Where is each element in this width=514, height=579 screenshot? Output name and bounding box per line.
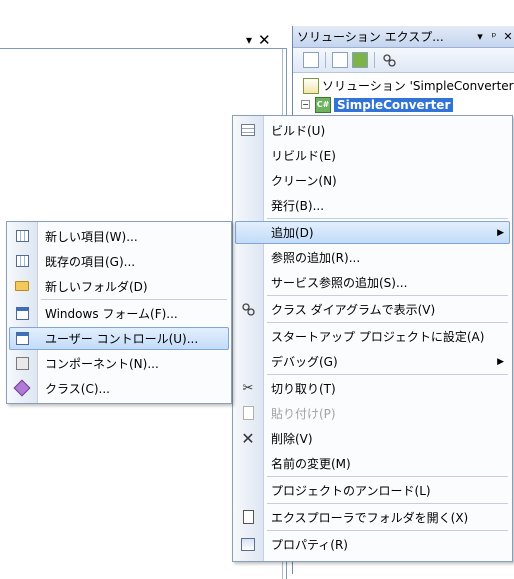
- menu-item-label: サービス参照の追加(S)...: [271, 276, 408, 290]
- menu-item-user-control[interactable]: ユーザー コントロール(U)...: [7, 326, 231, 351]
- windows-form-icon: [14, 305, 30, 321]
- refresh-icon[interactable]: [352, 52, 368, 68]
- new-item-icon: [14, 228, 30, 244]
- menu-item-view-class-diagram[interactable]: クラス ダイアグラムで表示(V): [233, 297, 512, 322]
- menu-item-open-folder-in-explorer[interactable]: エクスプローラでフォルダを開く(X): [233, 505, 512, 530]
- solution-explorer-toolbar: [293, 48, 514, 73]
- pin-icon[interactable]: ᵖ: [487, 30, 501, 43]
- build-icon: [240, 122, 256, 138]
- component-icon: [14, 355, 30, 371]
- menu-item-label: クラス ダイアグラムで表示(V): [271, 303, 436, 317]
- menu-item-new-folder[interactable]: 新しいフォルダ(D): [7, 274, 231, 299]
- menu-item-cut[interactable]: ✂ 切り取り(T): [233, 376, 512, 401]
- paste-icon: [240, 405, 256, 421]
- menu-item-properties[interactable]: プロパティ(R): [233, 532, 512, 557]
- menu-item-set-startup-project[interactable]: スタートアップ プロジェクトに設定(A): [233, 324, 512, 349]
- menu-item-unload-project[interactable]: プロジェクトのアンロード(L): [233, 478, 512, 503]
- menu-item-add-service-reference[interactable]: サービス参照の追加(S)...: [233, 270, 512, 295]
- open-folder-icon: [240, 509, 256, 525]
- properties-toolbar-icon[interactable]: [303, 52, 319, 68]
- class-diagram-icon: [240, 301, 256, 317]
- menu-item-label: Windows フォーム(F)...: [45, 307, 178, 321]
- menu-item-label: 参照の追加(R)...: [271, 251, 361, 265]
- tree-node-solution[interactable]: ソリューション 'SimpleConverter: [293, 76, 514, 95]
- class-icon: [13, 379, 31, 397]
- menu-item-debug[interactable]: デバッグ(G) ▶: [233, 349, 512, 374]
- properties-icon: [240, 536, 256, 552]
- menu-item-label: 切り取り(T): [271, 382, 336, 396]
- toolbar-separator: [374, 52, 375, 68]
- menu-item-label: エクスプローラでフォルダを開く(X): [271, 511, 469, 525]
- menu-item-label: クリーン(N): [271, 174, 337, 188]
- menu-item-label: スタートアップ プロジェクトに設定(A): [271, 330, 485, 344]
- solution-explorer-titlebar: ソリューション エクスプ... ▾ ᵖ ✕: [293, 26, 514, 48]
- menu-item-label: 削除(V): [271, 432, 313, 446]
- menu-item-label: コンポーネント(N)...: [45, 357, 159, 371]
- project-label: SimpleConverter: [334, 97, 454, 112]
- menu-item-existing-item[interactable]: 既存の項目(G)...: [7, 249, 231, 274]
- menu-item-label: 既存の項目(G)...: [45, 255, 136, 269]
- menu-item-label: 発行(B)...: [271, 199, 325, 213]
- menu-item-rebuild[interactable]: リビルド(E): [233, 143, 512, 168]
- menu-item-delete[interactable]: ✕ 削除(V): [233, 426, 512, 451]
- existing-item-icon: [14, 253, 30, 269]
- show-all-files-icon[interactable]: [332, 52, 348, 68]
- view-class-diagram-icon[interactable]: [381, 52, 397, 68]
- submenu-arrow-icon: ▶: [497, 227, 504, 238]
- tree-node-project[interactable]: − C# SimpleConverter: [293, 95, 514, 114]
- menu-item-label: プロパティ(R): [271, 538, 348, 552]
- menu-item-label: デバッグ(G): [271, 355, 338, 369]
- menu-item-label: 貼り付け(P): [271, 407, 336, 421]
- menu-item-label: 新しいフォルダ(D): [45, 280, 148, 294]
- menu-item-label: リビルド(E): [271, 149, 336, 163]
- menu-item-label: ビルド(U): [271, 124, 326, 138]
- menu-item-label: ユーザー コントロール(U)...: [45, 332, 199, 346]
- solution-icon: [303, 77, 319, 94]
- menu-item-add[interactable]: 追加(D) ▶: [233, 220, 512, 245]
- project-context-menu: ビルド(U) リビルド(E) クリーン(N) 発行(B)... 追加(D) ▶ …: [232, 115, 513, 562]
- document-tabstrip: ▾ ✕: [0, 0, 290, 48]
- solution-label: ソリューション 'SimpleConverter: [322, 79, 514, 93]
- csharp-project-icon: C#: [315, 96, 331, 113]
- menu-item-add-reference[interactable]: 参照の追加(R)...: [233, 245, 512, 270]
- user-control-icon: [14, 330, 30, 346]
- menu-item-rename[interactable]: 名前の変更(M): [233, 451, 512, 476]
- menu-item-build[interactable]: ビルド(U): [233, 118, 512, 143]
- folder-icon: [14, 278, 30, 294]
- menu-item-label: クラス(C)...: [45, 382, 110, 396]
- panel-dropdown-icon[interactable]: ▾: [473, 30, 487, 43]
- solution-explorer-title: ソリューション エクスプ...: [297, 30, 444, 44]
- menu-item-label: 新しい項目(W)...: [45, 230, 138, 244]
- close-panel-icon[interactable]: ✕: [501, 30, 514, 43]
- document-window-buttons: ▾ ✕: [246, 32, 271, 48]
- menu-item-label: 名前の変更(M): [271, 457, 351, 471]
- menu-item-paste: 貼り付け(P): [233, 401, 512, 426]
- submenu-arrow-icon: ▶: [497, 356, 504, 367]
- add-submenu: 新しい項目(W)... 既存の項目(G)... 新しいフォルダ(D) Windo…: [6, 221, 232, 404]
- menu-item-component[interactable]: コンポーネント(N)...: [7, 351, 231, 376]
- window-list-dropdown-icon[interactable]: ▾: [246, 33, 252, 47]
- menu-item-clean[interactable]: クリーン(N): [233, 168, 512, 193]
- collapse-icon[interactable]: −: [301, 100, 310, 109]
- close-document-icon[interactable]: ✕: [258, 33, 271, 48]
- menu-item-label: 追加(D): [271, 226, 314, 240]
- menu-item-publish[interactable]: 発行(B)...: [233, 193, 512, 218]
- menu-item-windows-form[interactable]: Windows フォーム(F)...: [7, 301, 231, 326]
- menu-item-new-item[interactable]: 新しい項目(W)...: [7, 224, 231, 249]
- toolbar-separator: [325, 52, 326, 68]
- scissors-icon: ✂: [242, 380, 254, 396]
- menu-item-class[interactable]: クラス(C)...: [7, 376, 231, 401]
- menu-item-label: プロジェクトのアンロード(L): [271, 484, 431, 498]
- delete-icon: ✕: [241, 428, 255, 448]
- solution-tree: ソリューション 'SimpleConverter − C# SimpleConv…: [293, 73, 514, 114]
